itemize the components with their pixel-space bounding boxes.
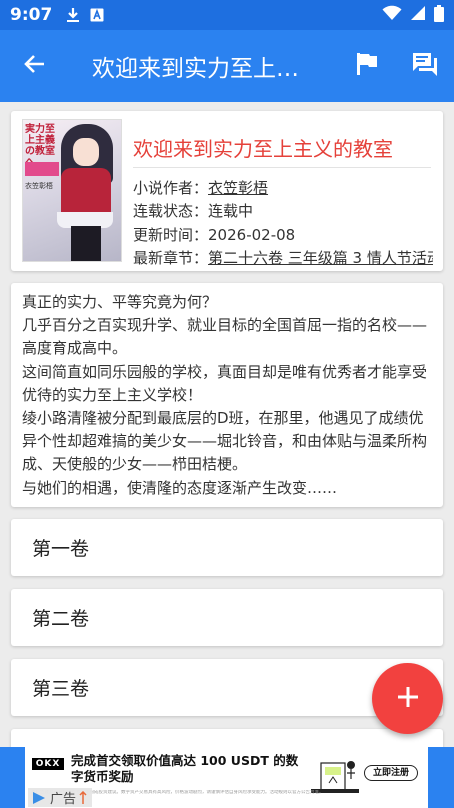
cover-author-text: 衣笠彰梧 bbox=[25, 182, 53, 190]
chat-bubbles-icon bbox=[411, 51, 439, 81]
cover-stripe bbox=[25, 162, 59, 176]
status-row: 连载状态：连载中 bbox=[133, 200, 433, 221]
battery-icon bbox=[434, 4, 444, 26]
app-notification-icon bbox=[90, 8, 104, 22]
ad-label: 广告 bbox=[28, 788, 93, 807]
add-fab[interactable] bbox=[372, 663, 443, 734]
volume-label: 第一卷 bbox=[32, 538, 90, 560]
book-title: 欢迎来到实力至上主义的教室 bbox=[133, 133, 431, 168]
ad-cta-button[interactable]: 立即注册 bbox=[364, 765, 418, 781]
author-link[interactable]: 衣笠彰梧 bbox=[208, 179, 268, 197]
author-label: 小说作者： bbox=[133, 179, 209, 197]
report-button[interactable] bbox=[338, 30, 396, 102]
comments-button[interactable] bbox=[396, 30, 454, 102]
page-title: 欢迎来到实力至上主义的教室 bbox=[92, 56, 320, 82]
app-bar: 欢迎来到实力至上主义的教室 bbox=[0, 30, 454, 102]
ad-bar: OKX 完成首交领取价值高达 100 USDT 的数字货币奖励 立即注册 本广告… bbox=[0, 747, 454, 808]
ad-banner[interactable]: OKX 完成首交领取价值高达 100 USDT 的数字货币奖励 立即注册 本广告… bbox=[25, 747, 428, 808]
status-time: 9:07 bbox=[10, 5, 53, 25]
wifi-icon bbox=[382, 5, 402, 25]
ad-label-text: 广告 bbox=[50, 792, 77, 807]
intro-line: 绫小路清隆被分配到最底层的D班，在那里，他遇见了成绩优异个性却超难搞的美少女——… bbox=[22, 409, 428, 474]
book-info-card: 実力至上主義の教室へ 衣笠彰梧 欢迎来到实力至上主义的教室 小说作者：衣笠彰梧 … bbox=[11, 111, 443, 271]
latest-chapter-link[interactable]: 第二十六卷 三年级篇 3 情人节活动 bbox=[208, 249, 433, 267]
ad-graphic bbox=[311, 761, 359, 793]
updated-value: 2026-02-08 bbox=[208, 226, 296, 244]
intro-card: 真正的实力、平等究竟为何？ 几乎百分之百实现升学、就业目标的全国首屈一指的名校—… bbox=[11, 283, 443, 507]
status-value: 连载中 bbox=[208, 202, 254, 220]
latest-row: 最新章节：第二十六卷 三年级篇 3 情人节活动 bbox=[133, 247, 433, 268]
intro-line: 真正的实力、平等究竟为何？ bbox=[22, 293, 218, 311]
book-cover[interactable]: 実力至上主義の教室へ 衣笠彰梧 bbox=[22, 119, 122, 262]
ad-logo: OKX bbox=[32, 758, 64, 770]
ad-headline: 完成首交领取价值高达 100 USDT 的数字货币奖励 bbox=[71, 753, 299, 784]
intro-line: 这间简直如同乐园般的学校，真面目却是唯有优秀者才能享受优待的实力至上主义学校！ bbox=[22, 362, 428, 404]
download-icon bbox=[66, 7, 80, 23]
ad-play-icon bbox=[33, 791, 45, 804]
cover-art-legs bbox=[71, 226, 101, 261]
status-label: 连载状态： bbox=[133, 202, 209, 220]
plus-icon bbox=[397, 686, 419, 712]
ad-close-icon[interactable] bbox=[79, 790, 87, 805]
volume-item[interactable]: 第一卷 bbox=[11, 519, 443, 576]
intro-line: 几乎百分之百实现升学、就业目标的全国首屈一指的名校——高度育成高中。 bbox=[22, 316, 428, 358]
cover-art-face bbox=[73, 138, 99, 166]
cover-art-jacket bbox=[61, 168, 111, 216]
status-bar: 9:07 bbox=[0, 0, 454, 30]
back-button[interactable] bbox=[0, 30, 70, 102]
author-row: 小说作者：衣笠彰梧 bbox=[133, 177, 433, 198]
intro-line: 与她们的相遇，使清隆的态度逐渐产生改变…… bbox=[22, 478, 338, 497]
arrow-left-icon bbox=[23, 52, 47, 80]
flag-icon bbox=[356, 52, 378, 80]
content-scroll[interactable]: 実力至上主義の教室へ 衣笠彰梧 欢迎来到实力至上主义的教室 小说作者：衣笠彰梧 … bbox=[0, 102, 454, 747]
volume-item-partial[interactable] bbox=[11, 729, 443, 747]
volume-label: 第二卷 bbox=[32, 608, 90, 630]
latest-label: 最新章节： bbox=[133, 249, 209, 267]
updated-row: 更新时间：2026-02-08 bbox=[133, 224, 433, 245]
volume-item[interactable]: 第二卷 bbox=[11, 589, 443, 646]
signal-icon bbox=[410, 5, 426, 25]
volume-label: 第三卷 bbox=[32, 678, 90, 700]
updated-label: 更新时间： bbox=[133, 226, 209, 244]
